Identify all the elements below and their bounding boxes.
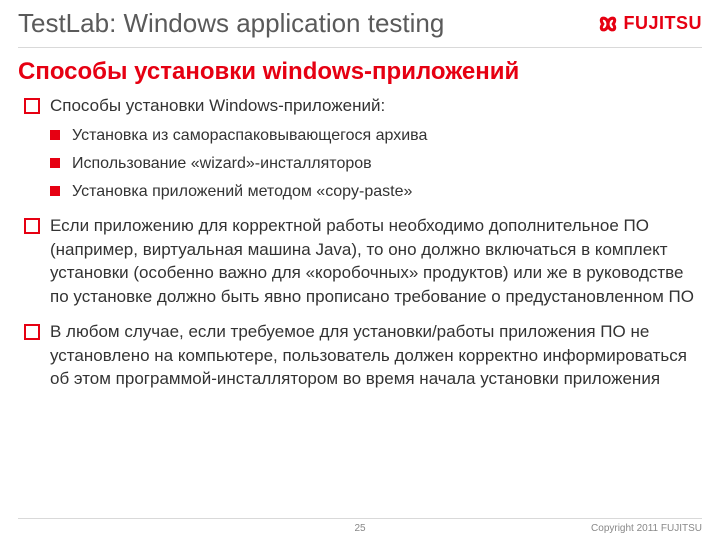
slide-title: Способы установки windows-приложений (0, 48, 720, 94)
header-title: TestLab: Windows application testing (18, 8, 444, 39)
content: Способы установки Windows-приложений: Уст… (0, 94, 720, 540)
bullet-item: В любом случае, если требуемое для устан… (24, 320, 696, 390)
fujitsu-logo: FUJITSU (595, 11, 702, 37)
page-number: 25 (354, 523, 365, 534)
copyright-text: Copyright 2011 FUJITSU (591, 523, 702, 534)
footer: 25 Copyright 2011 FUJITSU (0, 518, 720, 534)
sub-bullet-item: Использование «wizard»-инсталляторов (50, 153, 696, 175)
logo-text: FUJITSU (623, 13, 702, 34)
bullet-text: Способы установки Windows-приложений: (50, 96, 385, 115)
header: TestLab: Windows application testing FUJ… (0, 0, 720, 43)
bullet-text: В любом случае, если требуемое для устан… (50, 322, 687, 388)
sub-bullet-item: Установка из самораспаковывающегося архи… (50, 125, 696, 147)
bullet-list: Способы установки Windows-приложений: Уст… (24, 94, 696, 390)
footer-divider (18, 518, 702, 519)
fujitsu-infinity-icon (595, 11, 621, 37)
sub-bullet-item: Установка приложений методом «copy-paste… (50, 181, 696, 203)
bullet-item: Способы установки Windows-приложений: Уст… (24, 94, 696, 202)
bullet-item: Если приложению для корректной работы не… (24, 214, 696, 308)
bullet-text: Если приложению для корректной работы не… (50, 216, 694, 305)
slide: TestLab: Windows application testing FUJ… (0, 0, 720, 540)
sub-bullet-list: Установка из самораспаковывающегося архи… (50, 125, 696, 202)
